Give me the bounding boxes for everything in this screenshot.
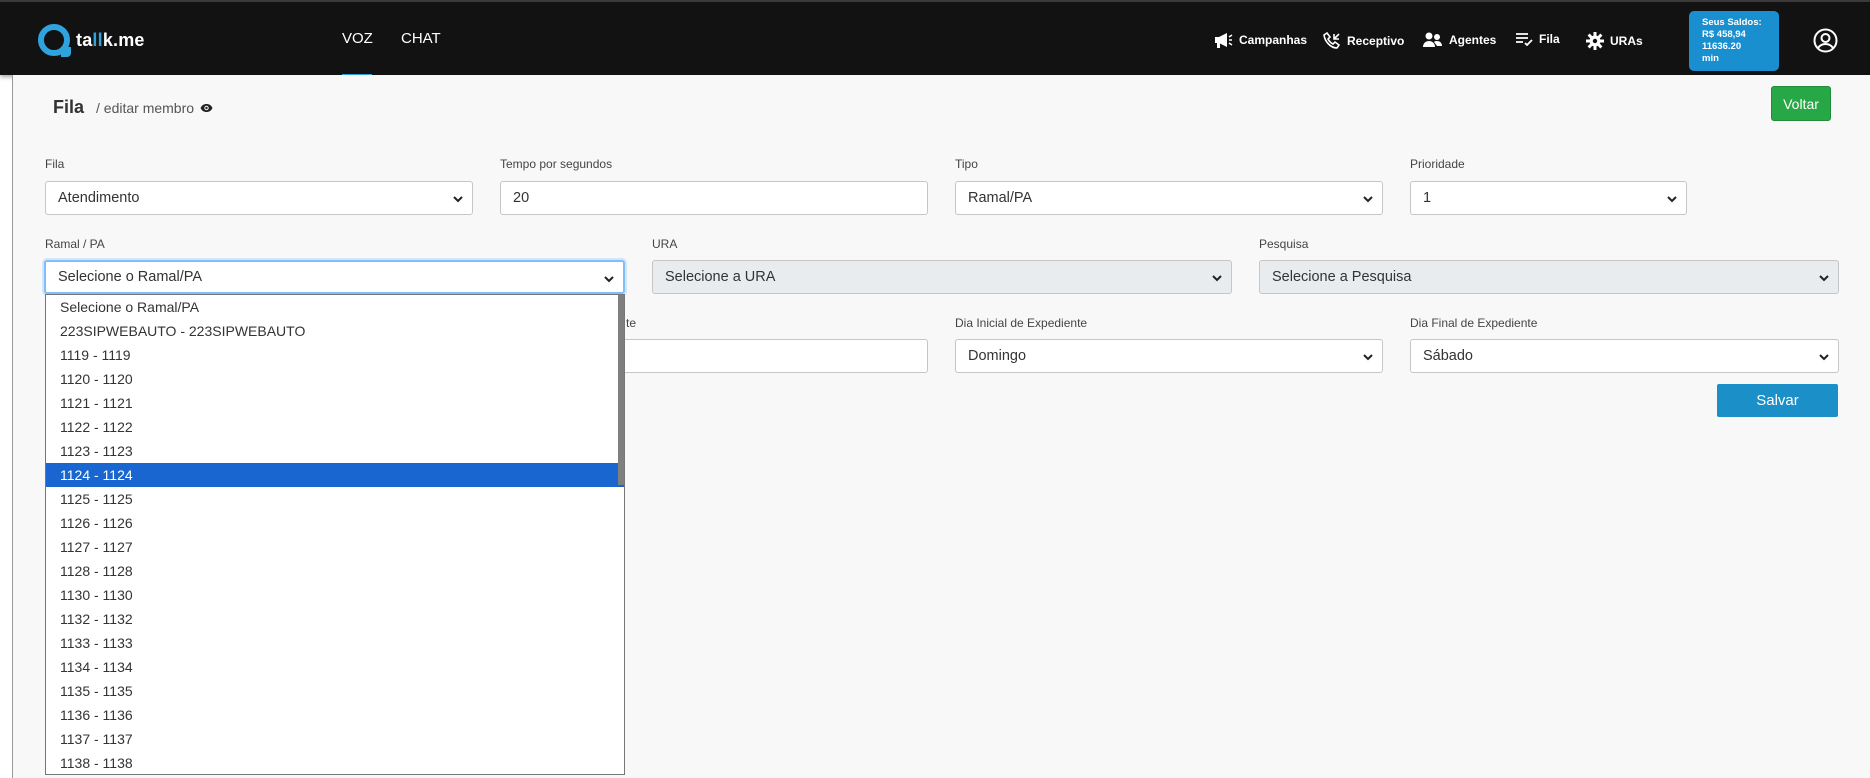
salvar-button[interactable]: Salvar [1717, 384, 1838, 417]
dropdown-option[interactable]: 1127 - 1127 [46, 535, 624, 559]
tab-chat[interactable]: CHAT [401, 30, 441, 47]
dropdown-option[interactable]: 1121 - 1121 [46, 391, 624, 415]
chevron-down-icon [604, 276, 614, 283]
dia-inicial-value: Domingo [968, 348, 1027, 364]
menu-campanhas-label: Campanhas [1239, 33, 1308, 47]
dia-final-select[interactable]: Sábado [1410, 339, 1839, 373]
saldo-minutes: 11636.20 [1702, 41, 1742, 52]
tab-voz[interactable]: VOZ [342, 30, 373, 77]
dropdown-option[interactable]: 1134 - 1134 [46, 655, 624, 679]
ramal-dropdown-list[interactable]: Selecione o Ramal/PA 223SIPWEBAUTO - 223S… [45, 294, 625, 775]
page-title: Fila [53, 97, 85, 117]
users-icon [1423, 32, 1442, 47]
dropdown-scrollbar[interactable] [618, 295, 624, 485]
prioridade-select[interactable]: 1 [1410, 181, 1687, 215]
logo[interactable]: tallk.me [38, 24, 145, 57]
tempo-input-value: 20 [513, 190, 530, 206]
prioridade-select-value: 1 [1423, 190, 1432, 206]
dropdown-option[interactable]: 1135 - 1135 [46, 679, 624, 703]
dropdown-option[interactable]: 1133 - 1133 [46, 631, 624, 655]
dropdown-option[interactable]: 1125 - 1125 [46, 487, 624, 511]
dropdown-option[interactable]: 223SIPWEBAUTO - 223SIPWEBAUTO [46, 319, 624, 343]
megaphone-icon [1215, 33, 1233, 48]
dropdown-option[interactable]: 1128 - 1128 [46, 559, 624, 583]
dia-inicial-select[interactable]: Domingo [955, 339, 1383, 373]
dropdown-option[interactable]: 1126 - 1126 [46, 511, 624, 535]
dropdown-option[interactable]: 1124 - 1124 [46, 463, 624, 487]
ramal-select[interactable]: Selecione o Ramal/PA [44, 260, 625, 294]
chevron-down-icon [1819, 354, 1829, 361]
dropdown-option[interactable]: 1122 - 1122 [46, 415, 624, 439]
saldo-title: Seus Saldos: [1702, 17, 1762, 28]
tempo-label: Tempo por segundos [500, 157, 613, 171]
menu-receptivo[interactable]: Receptivo [1323, 32, 1404, 50]
ramal-label: Ramal / PA [45, 237, 105, 251]
tipo-select[interactable]: Ramal/PA [955, 181, 1383, 215]
hidden-field-input[interactable] [620, 339, 928, 373]
chevron-down-icon [1667, 196, 1677, 203]
menu-agentes[interactable]: Agentes [1423, 32, 1496, 48]
dropdown-option[interactable]: 1138 - 1138 [46, 751, 624, 774]
ura-select[interactable]: Selecione a URA [652, 260, 1232, 294]
queue-list-icon [1516, 33, 1533, 46]
dropdown-option[interactable]: 1119 - 1119 [46, 343, 624, 367]
pesquisa-label: Pesquisa [1259, 237, 1309, 251]
saldo-badge[interactable]: Seus Saldos: R$ 458,94 11636.20 min [1689, 11, 1779, 71]
dropdown-option[interactable]: 1136 - 1136 [46, 703, 624, 727]
chevron-down-icon [1363, 196, 1373, 203]
fila-select[interactable]: Atendimento [45, 181, 473, 215]
dropdown-option[interactable]: 1130 - 1130 [46, 583, 624, 607]
dia-final-value: Sábado [1423, 348, 1473, 364]
dropdown-option[interactable]: 1132 - 1132 [46, 607, 624, 631]
menu-fila-label: Fila [1539, 32, 1560, 46]
pesquisa-select-value: Selecione a Pesquisa [1272, 269, 1412, 285]
eye-icon[interactable] [200, 103, 213, 113]
gear-icon [1586, 32, 1604, 50]
tipo-select-value: Ramal/PA [968, 190, 1033, 206]
user-avatar-icon[interactable] [1813, 28, 1838, 53]
dropdown-option[interactable]: Selecione o Ramal/PA [46, 295, 624, 319]
menu-receptivo-label: Receptivo [1347, 34, 1405, 48]
tempo-input[interactable]: 20 [500, 181, 928, 215]
chevron-down-icon [1819, 275, 1829, 282]
saldo-unit: min [1702, 53, 1719, 64]
dropdown-option[interactable]: 1120 - 1120 [46, 367, 624, 391]
voltar-button[interactable]: Voltar [1771, 86, 1831, 121]
logo-text: tallk.me [76, 29, 145, 50]
top-navbar: tallk.me VOZ CHAT Campanhas Receptivo Ag… [0, 0, 1870, 77]
dia-inicial-label: Dia Inicial de Expediente [955, 316, 1088, 330]
prioridade-label: Prioridade [1410, 157, 1465, 171]
fila-select-value: Atendimento [58, 190, 140, 206]
breadcrumb: / editar membro [96, 100, 213, 116]
dropdown-option[interactable]: 1123 - 1123 [46, 439, 624, 463]
menu-uras[interactable]: URAs [1586, 32, 1643, 50]
ramal-select-value: Selecione o Ramal/PA [58, 269, 203, 285]
menu-campanhas[interactable]: Campanhas [1213, 32, 1307, 48]
logo-icon [38, 24, 71, 57]
dia-final-label: Dia Final de Expediente [1410, 316, 1538, 330]
tipo-label: Tipo [955, 157, 978, 171]
dropdown-option[interactable]: 1137 - 1137 [46, 727, 624, 751]
ura-label: URA [652, 237, 678, 251]
chevron-down-icon [1212, 275, 1222, 282]
menu-uras-label: URAs [1610, 34, 1643, 48]
fila-label: Fila [45, 157, 65, 171]
menu-agentes-label: Agentes [1449, 33, 1497, 47]
hidden-field-label-tail: te [626, 316, 637, 330]
ura-select-value: Selecione a URA [665, 269, 776, 285]
chevron-down-icon [1363, 354, 1373, 361]
phone-incoming-icon [1323, 32, 1341, 49]
saldo-money: R$ 458,94 [1702, 29, 1746, 40]
page-subtitle: / editar membro [96, 100, 195, 116]
chevron-down-icon [453, 196, 463, 203]
pesquisa-select[interactable]: Selecione a Pesquisa [1259, 260, 1839, 294]
menu-fila[interactable]: Fila [1515, 32, 1560, 46]
